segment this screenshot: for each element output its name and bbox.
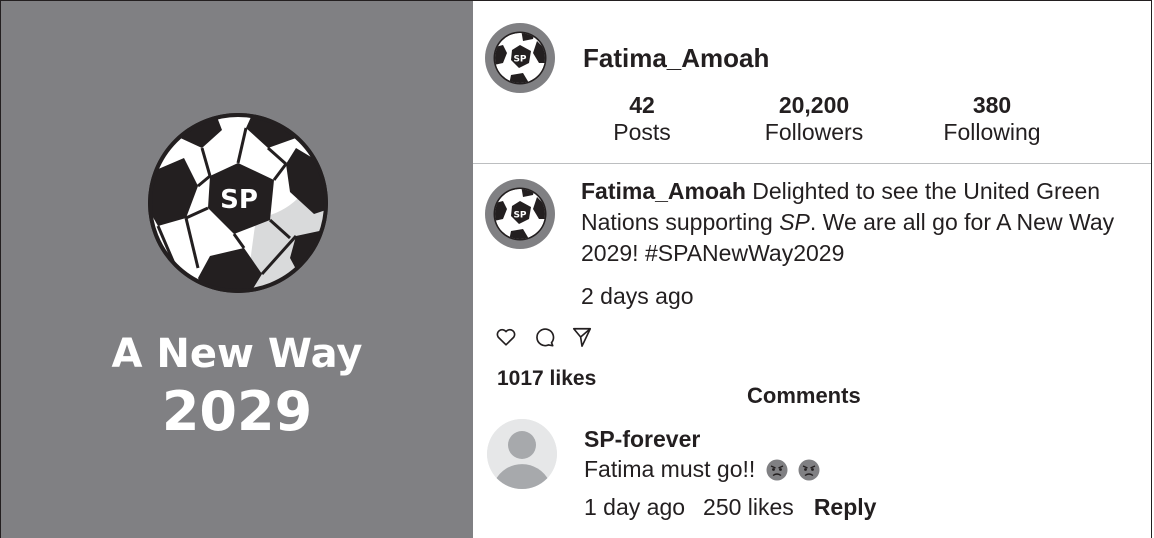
stat-followers[interactable]: 20,200 Followers <box>749 92 879 146</box>
post-author-avatar[interactable]: SP <box>485 179 555 249</box>
post-details: SP Fatima_Amoah 42 Posts 20,200 Follower… <box>473 1 1151 538</box>
stat-posts[interactable]: 42 Posts <box>597 92 687 146</box>
angry-face-icon <box>798 458 820 488</box>
comments-heading: Comments <box>747 383 861 408</box>
angry-face-icon <box>766 458 788 488</box>
slogan-line-1: A New Way <box>111 331 363 377</box>
profile-username[interactable]: Fatima_Amoah <box>583 43 769 74</box>
post-author[interactable]: Fatima_Amoah <box>581 178 746 204</box>
comment-meta: 1 day ago 250 likes Reply <box>584 494 876 521</box>
post-caption: Fatima_Amoah Delighted to see the United… <box>581 176 1141 269</box>
comment-avatar[interactable] <box>487 419 557 489</box>
ball-text: SP <box>220 185 258 215</box>
post-image: SP A New Way 2029 <box>1 1 473 538</box>
soccer-ball-icon: SP <box>148 113 328 293</box>
heart-icon[interactable] <box>495 326 517 353</box>
avatar-text: SP <box>513 55 526 65</box>
comment-icon[interactable] <box>533 326 555 353</box>
comment-likes[interactable]: 250 likes <box>703 494 794 520</box>
followers-label: Followers <box>764 119 864 145</box>
profile-avatar[interactable]: SP <box>485 23 555 93</box>
soccer-ball-icon: SP <box>493 31 547 85</box>
header-divider <box>473 163 1151 164</box>
avatar-text: SP <box>513 211 526 221</box>
following-count: 380 <box>972 92 1012 118</box>
comment-username[interactable]: SP-forever <box>584 426 700 453</box>
stat-following[interactable]: 380 Following <box>929 92 1055 146</box>
reply-button[interactable]: Reply <box>814 494 877 520</box>
posts-count: 42 <box>629 92 655 118</box>
share-icon[interactable] <box>571 326 593 353</box>
post-likes[interactable]: 1017 likes <box>497 367 596 391</box>
soccer-ball-icon: SP <box>493 187 547 241</box>
slogan-line-2: 2029 <box>161 380 313 443</box>
posts-label: Posts <box>613 119 671 145</box>
default-user-icon <box>487 419 557 489</box>
followers-count: 20,200 <box>778 92 850 118</box>
caption-italic: SP <box>779 209 810 235</box>
post-frame: SP A New Way 2029 SP Fatima_Amoah 42 Pos… <box>0 0 1152 538</box>
following-label: Following <box>943 119 1041 145</box>
post-timestamp: 2 days ago <box>581 283 694 309</box>
comment-text: Fatima must go!! <box>584 456 756 482</box>
comment-text-row: Fatima must go!! <box>584 454 820 488</box>
comment-time: 1 day ago <box>584 494 686 520</box>
